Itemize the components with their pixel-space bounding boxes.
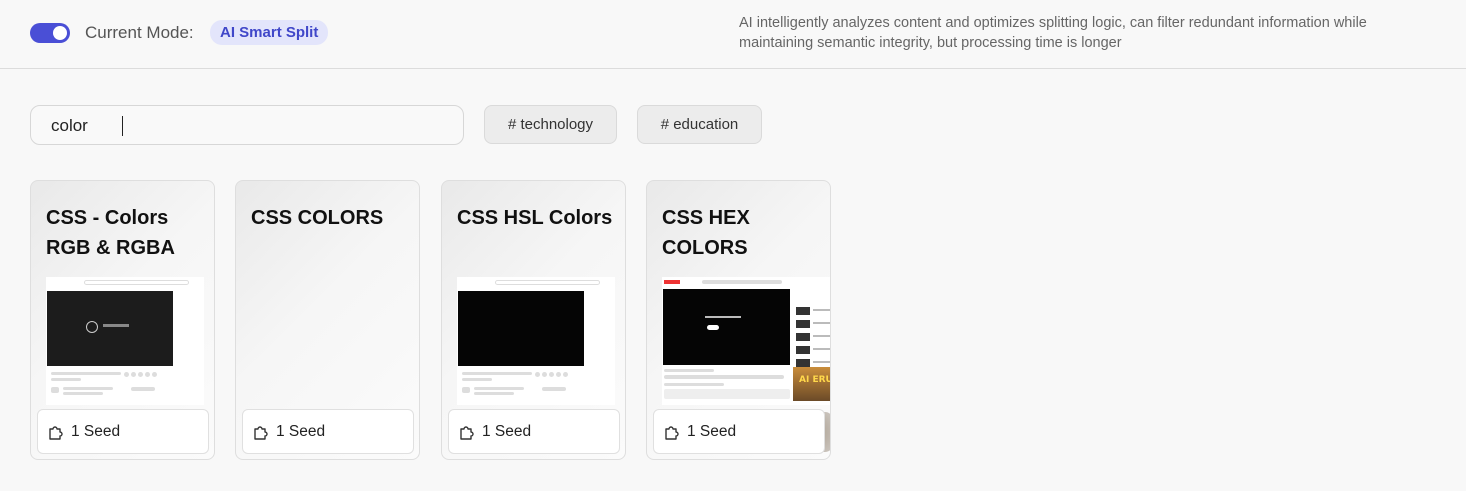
card-css-hex-colors[interactable]: CSS HEX COLORS AI ERU 1 Seed	[646, 180, 831, 460]
thumbnail-poster: AI ERU	[793, 367, 830, 401]
mode-bar: Current Mode: AI Smart Split AI intellig…	[0, 0, 1466, 69]
seed-label: 1 Seed	[71, 423, 121, 440]
seed-count: 1 Seed	[448, 409, 620, 454]
tag-technology[interactable]: # technology	[484, 105, 617, 144]
mode-toggle[interactable]	[30, 23, 70, 43]
related-videos	[796, 287, 830, 367]
error-icon	[86, 321, 98, 333]
puzzle-icon	[460, 426, 474, 440]
card-title: CSS - Colors RGB & RGBA	[46, 207, 175, 259]
card-thumbnail	[46, 277, 204, 405]
search-input[interactable]	[51, 114, 451, 138]
mode-description: AI intelligently analyzes content and op…	[739, 15, 1367, 51]
toggle-knob	[53, 26, 67, 40]
puzzle-icon	[254, 426, 268, 440]
seed-count: 1 Seed	[653, 409, 825, 454]
puzzle-icon	[665, 426, 679, 440]
video-preview	[663, 289, 790, 365]
site-logo	[664, 280, 680, 284]
video-preview	[458, 291, 584, 366]
card-css-hsl-colors[interactable]: CSS HSL Colors 1 Seed	[441, 180, 626, 460]
text-caret	[122, 116, 123, 136]
card-css-colors-rgb-rgba[interactable]: CSS - Colors RGB & RGBA 1 Seed	[30, 180, 215, 460]
seed-label: 1 Seed	[482, 423, 532, 440]
seed-count: 1 Seed	[242, 409, 414, 454]
card-title: CSS HSL Colors	[457, 207, 613, 229]
card-title: CSS COLORS	[251, 207, 384, 229]
search-box[interactable]	[30, 105, 464, 145]
seed-label: 1 Seed	[276, 423, 326, 440]
card-title: CSS HEX COLORS	[662, 207, 750, 259]
card-thumbnail	[457, 277, 615, 405]
card-css-colors[interactable]: CSS COLORS 1 Seed	[235, 180, 420, 460]
puzzle-icon	[49, 426, 63, 440]
mode-badge: AI Smart Split	[210, 20, 329, 45]
tag-education[interactable]: # education	[637, 105, 762, 144]
seed-count: 1 Seed	[37, 409, 209, 454]
video-preview	[47, 291, 173, 366]
mode-label: Current Mode:	[85, 23, 194, 42]
seed-label: 1 Seed	[687, 423, 737, 440]
card-thumbnail: AI ERU	[662, 277, 830, 452]
